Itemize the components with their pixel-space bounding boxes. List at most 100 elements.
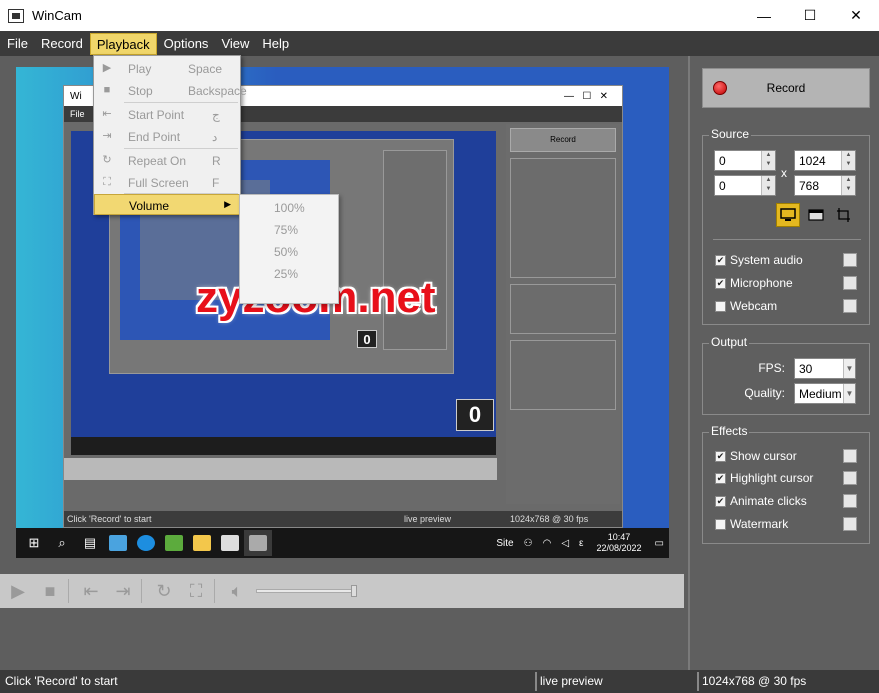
fullscreen-mode-icon[interactable] <box>776 203 800 227</box>
size-separator-label: x <box>781 166 787 180</box>
nested-record-button: Record <box>510 128 616 152</box>
animate-clicks-checkbox[interactable]: ✔ Animate clicks <box>715 492 857 510</box>
show-cursor-label: Show cursor <box>730 449 797 463</box>
close-button[interactable]: ✕ <box>833 0 879 31</box>
system-tray: Site ⚇ ◠ ◁ ε 10:47 22/08/2022 ▭ <box>491 528 669 558</box>
source-height-value: 768 <box>799 179 820 193</box>
record-button[interactable]: Record <box>702 68 870 108</box>
nested-counter-small: 0 <box>357 330 377 348</box>
app-icon-1 <box>104 530 132 556</box>
webcam-check[interactable] <box>715 300 726 312</box>
menu-item-stop-shortcut: Backspace <box>188 84 247 98</box>
menu-bar: File Record Playback Options View Help <box>0 31 879 56</box>
webcam-label: Webcam <box>730 299 778 313</box>
source-group-title: Source <box>709 127 752 141</box>
menu-view[interactable]: View <box>215 33 255 55</box>
show-cursor-options-button[interactable] <box>843 449 857 463</box>
menu-item-end-point[interactable]: ⇥ End Point د <box>94 125 240 147</box>
source-y-spinner[interactable]: ▲ ▼ <box>761 176 775 195</box>
menu-record[interactable]: Record <box>35 33 89 55</box>
animate-clicks-label: Animate clicks <box>730 494 807 508</box>
source-width-input[interactable]: 1024 ▲ ▼ <box>794 150 856 171</box>
fullscreen-button[interactable]: ⛶ <box>182 577 210 605</box>
app-icon-3 <box>216 530 244 556</box>
nested-title-text: Wi <box>70 90 82 102</box>
animate-clicks-check[interactable]: ✔ <box>715 495 726 507</box>
microphone-checkbox[interactable]: ✔ Microphone <box>715 274 857 292</box>
volume-75[interactable]: 75% <box>274 223 298 237</box>
nested-playback-controls <box>64 458 497 480</box>
menu-item-full-screen[interactable]: ⛶ Full Screen F <box>94 171 240 193</box>
wincam-app-icon <box>8 8 24 23</box>
menu-item-start-point[interactable]: ⇤ Start Point ج <box>94 103 240 125</box>
maximize-button[interactable]: ☐ <box>787 0 833 31</box>
webcam-checkbox[interactable]: Webcam <box>715 297 857 315</box>
animate-clicks-options-button[interactable] <box>843 494 857 508</box>
show-cursor-checkbox[interactable]: ✔ Show cursor <box>715 447 857 465</box>
menu-help[interactable]: Help <box>256 33 295 55</box>
volume-button[interactable]: 🔈︎ <box>223 577 251 605</box>
highlight-cursor-checkbox[interactable]: ✔ Highlight cursor <box>715 469 857 487</box>
highlight-cursor-check[interactable]: ✔ <box>715 472 726 484</box>
watermark-check[interactable] <box>715 518 726 530</box>
play-button[interactable]: ▶ <box>4 577 32 605</box>
quality-dropdown-arrow[interactable]: ▼ <box>843 384 855 403</box>
record-button-label: Record <box>766 81 806 95</box>
tray-wifi-icon: ◠ <box>542 537 552 549</box>
source-width-spinner[interactable]: ▲ ▼ <box>841 151 855 170</box>
highlight-cursor-options-button[interactable] <box>843 471 857 485</box>
end-point-button[interactable]: ⇥ <box>109 577 137 605</box>
file-explorer-icon <box>188 530 216 556</box>
fps-dropdown-arrow[interactable]: ▼ <box>843 359 855 378</box>
menu-item-play-label: Play <box>128 62 152 76</box>
fps-select[interactable]: 30 ▼ <box>794 358 856 379</box>
source-x-spinner[interactable]: ▲ ▼ <box>761 151 775 170</box>
tray-notification-icon: ▭ <box>654 537 664 549</box>
menu-item-end-point-shortcut: د <box>212 130 218 144</box>
menu-playback[interactable]: Playback <box>89 32 157 55</box>
stop-button[interactable]: ■ <box>36 577 64 605</box>
source-y-value: 0 <box>719 179 726 193</box>
effects-group-title: Effects <box>709 424 750 438</box>
menu-options[interactable]: Options <box>158 33 215 55</box>
menu-item-full-screen-shortcut: F <box>212 176 220 190</box>
app-icon-2 <box>160 530 188 556</box>
source-height-input[interactable]: 768 ▲ ▼ <box>794 175 856 196</box>
show-cursor-check[interactable]: ✔ <box>715 450 726 462</box>
webcam-options-button[interactable] <box>843 299 857 313</box>
menu-item-play[interactable]: ▶ Play Space <box>94 57 240 79</box>
start-point-button[interactable]: ⇤ <box>77 577 105 605</box>
tray-site-label: Site <box>496 537 514 549</box>
source-y-input[interactable]: 0 ▲ ▼ <box>714 175 776 196</box>
menu-file[interactable]: File <box>1 33 34 55</box>
region-mode-icon[interactable] <box>832 203 856 227</box>
watermark-checkbox[interactable]: Watermark <box>715 515 857 533</box>
repeat-button[interactable]: ↻ <box>150 577 178 605</box>
source-x-input[interactable]: 0 ▲ ▼ <box>714 150 776 171</box>
separator <box>68 579 69 603</box>
microphone-check[interactable]: ✔ <box>715 277 726 289</box>
source-height-spinner[interactable]: ▲ ▼ <box>841 176 855 195</box>
volume-50[interactable]: 50% <box>274 245 298 259</box>
volume-100[interactable]: 100% <box>274 201 305 215</box>
effects-group: Effects ✔ Show cursor ✔ Highlight cursor… <box>702 424 870 544</box>
menu-item-repeat-on[interactable]: ↻ Repeat On R <box>94 149 240 171</box>
quality-select[interactable]: Medium ▼ <box>794 383 856 404</box>
system-audio-options-button[interactable] <box>843 253 857 267</box>
minimize-button[interactable]: — <box>741 0 787 31</box>
fps-value: 30 <box>799 362 813 376</box>
volume-slider-thumb[interactable] <box>351 585 357 597</box>
watermark-options-button[interactable] <box>843 517 857 531</box>
playback-dropdown-menu: ▶ Play Space ■ Stop Backspace ⇤ Start Po… <box>93 55 247 215</box>
menu-item-start-point-shortcut: ج <box>212 108 220 122</box>
window-mode-icon[interactable] <box>804 203 828 227</box>
menu-item-stop[interactable]: ■ Stop Backspace <box>94 79 247 101</box>
tray-time: 10:47 <box>607 532 631 542</box>
system-audio-check[interactable]: ✔ <box>715 254 726 266</box>
menu-item-volume[interactable]: Volume ▶ <box>94 194 240 215</box>
system-audio-checkbox[interactable]: ✔ System audio <box>715 251 857 269</box>
volume-slider[interactable] <box>256 585 357 597</box>
volume-25[interactable]: 25% <box>274 267 298 281</box>
microphone-options-button[interactable] <box>843 276 857 290</box>
source-x-value: 0 <box>719 154 726 168</box>
